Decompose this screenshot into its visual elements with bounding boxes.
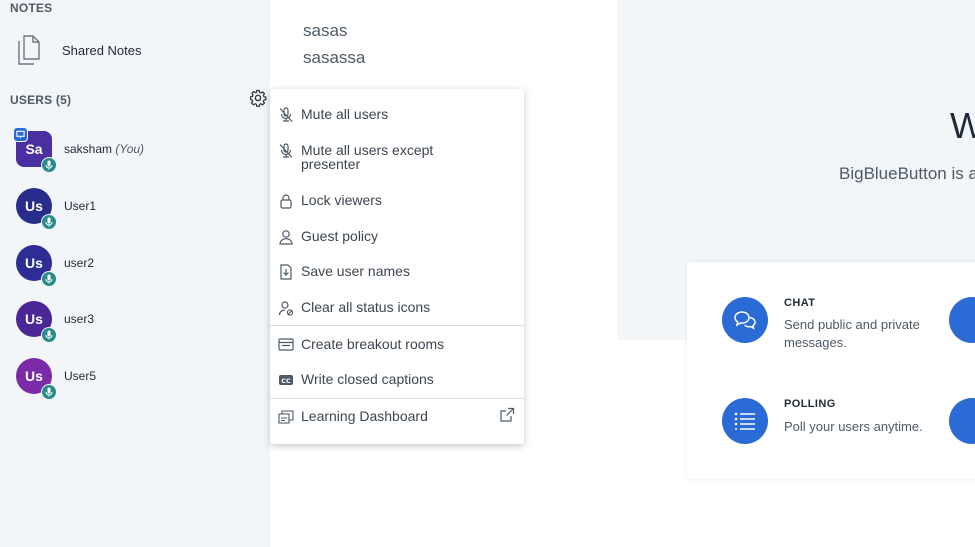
chat-icon bbox=[722, 297, 768, 343]
user-item-user5[interactable]: Us User5 bbox=[16, 358, 97, 400]
clear-status-icon bbox=[278, 300, 294, 316]
menu-divider bbox=[270, 398, 524, 399]
menu-item-label: Learning Dashboard bbox=[301, 408, 428, 424]
menu-item-label: Clear all status icons bbox=[301, 299, 431, 315]
user-item-user2[interactable]: Us user2 bbox=[16, 245, 95, 287]
avatar-initials: Us bbox=[25, 311, 43, 327]
user-name: User5 bbox=[64, 369, 97, 383]
feature-desc-polling: Poll your users anytime. bbox=[784, 419, 923, 434]
notes-text-line[interactable]: sasas bbox=[303, 21, 347, 41]
microphone-icon bbox=[41, 214, 57, 230]
features-card: CHAT Send public and private messages. P… bbox=[687, 262, 975, 479]
menu-item-label: Save user names bbox=[301, 263, 410, 279]
shared-notes-item[interactable]: Shared Notes bbox=[14, 34, 142, 66]
avatar: Us bbox=[16, 245, 57, 287]
avatar-initials: Us bbox=[25, 368, 43, 384]
shared-notes-label: Shared Notes bbox=[62, 42, 142, 58]
dashboard-icon bbox=[278, 409, 294, 425]
menu-item-label: Create breakout rooms bbox=[301, 336, 445, 352]
user-options-menu: Mute all users Mute all users except pre… bbox=[270, 89, 524, 444]
users-heading: USERS (5) bbox=[10, 93, 72, 107]
user-list-panel: NOTES Shared Notes USERS (5) Sa saksham … bbox=[0, 0, 270, 547]
feature-title-polling: POLLING bbox=[784, 398, 836, 410]
microphone-icon bbox=[41, 327, 57, 343]
hand-icon bbox=[949, 398, 975, 444]
external-link-icon bbox=[499, 407, 515, 423]
user-name: user3 bbox=[64, 312, 95, 326]
menu-item-label: Mute all users except presenter bbox=[301, 142, 434, 172]
user-icon bbox=[278, 229, 294, 245]
welcome-subtitle: BigBlueButton is a bbox=[839, 164, 975, 183]
svg-text:CC: CC bbox=[281, 377, 291, 385]
menu-item-label: Lock viewers bbox=[301, 192, 382, 208]
breakout-rooms-icon bbox=[278, 337, 294, 353]
closed-captions-icon: CC bbox=[278, 372, 294, 388]
you-indicator: (You) bbox=[115, 142, 145, 156]
avatar: Sa bbox=[13, 127, 57, 173]
menu-item-label: Write closed captions bbox=[301, 371, 434, 387]
welcome-title: W bbox=[950, 105, 975, 146]
user-name-text: saksham bbox=[64, 142, 113, 156]
feature-title-chat: CHAT bbox=[784, 297, 816, 309]
microphone-icon bbox=[41, 271, 57, 287]
user-name: User1 bbox=[64, 199, 97, 213]
menu-divider bbox=[270, 325, 524, 326]
microphone-icon bbox=[41, 157, 57, 173]
list-icon bbox=[722, 398, 768, 444]
avatar-initials: Us bbox=[25, 198, 43, 214]
menu-item-label: Guest policy bbox=[301, 228, 379, 244]
microphone-icon bbox=[41, 384, 57, 400]
download-file-icon bbox=[278, 264, 294, 280]
gear-icon[interactable] bbox=[249, 89, 267, 107]
menu-item-label: Mute all users bbox=[301, 106, 389, 122]
user-item-user3[interactable]: Us user3 bbox=[16, 301, 95, 343]
avatar: Us bbox=[16, 301, 57, 343]
notes-heading: NOTES bbox=[10, 1, 53, 15]
document-icon bbox=[14, 34, 44, 66]
feature-desc-chat: Send public and private messages. bbox=[784, 317, 920, 350]
lock-icon bbox=[278, 193, 294, 209]
avatar: Us bbox=[16, 188, 57, 230]
screen-icon bbox=[949, 297, 975, 343]
presenter-icon bbox=[13, 127, 28, 142]
avatar-initials: Sa bbox=[25, 141, 43, 157]
user-item-saksham[interactable]: Sa saksham (You) bbox=[13, 127, 144, 173]
user-name: user2 bbox=[64, 256, 95, 270]
user-item-user1[interactable]: Us User1 bbox=[16, 188, 97, 230]
notes-text-line[interactable]: sasassa bbox=[303, 48, 365, 68]
mic-off-icon bbox=[278, 107, 294, 123]
mic-off-icon bbox=[278, 143, 294, 159]
avatar-initials: Us bbox=[25, 255, 43, 271]
avatar: Us bbox=[16, 358, 57, 400]
user-name: saksham (You) bbox=[64, 142, 144, 156]
